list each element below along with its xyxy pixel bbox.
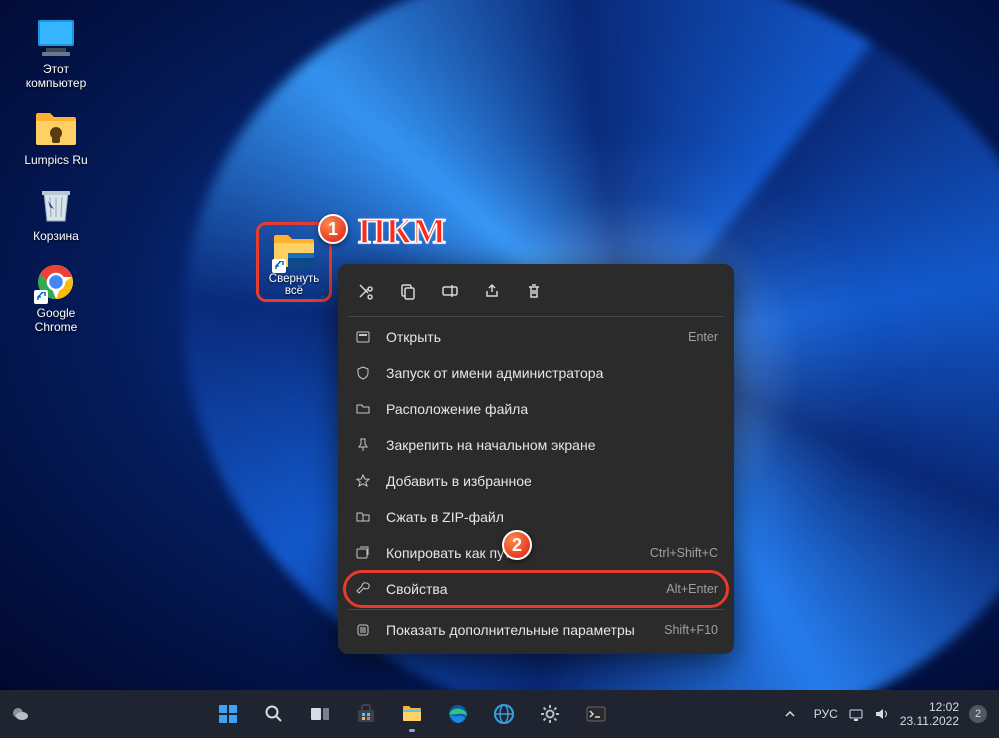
microsoft-store-button[interactable]	[346, 694, 386, 734]
star-icon	[354, 472, 372, 490]
annotation-callout-2: 2	[502, 530, 532, 560]
more-options-icon	[354, 621, 372, 639]
icon-label: GoogleChrome	[18, 306, 94, 335]
cut-button[interactable]	[346, 274, 386, 308]
network-icon[interactable]	[848, 707, 864, 721]
search-button[interactable]	[254, 694, 294, 734]
time-label: 12:02	[900, 700, 959, 714]
copy-button[interactable]	[388, 274, 428, 308]
delete-button[interactable]	[514, 274, 554, 308]
menu-item-pin-to-start[interactable]: Закрепить на начальном экране	[344, 427, 728, 463]
store-icon	[355, 703, 377, 725]
browser-button[interactable]	[484, 694, 524, 734]
separator	[348, 609, 724, 610]
terminal-icon	[585, 704, 607, 724]
zip-icon	[354, 508, 372, 526]
desktop-icon-column: Этоткомпьютер Lumpics Ru	[18, 18, 98, 352]
shortcut-arrow-badge	[34, 290, 48, 304]
task-view-icon	[309, 704, 331, 724]
menu-accelerator: Alt+Enter	[666, 582, 718, 596]
trash-icon	[525, 282, 543, 300]
copy-path-icon	[354, 544, 372, 562]
context-menu-toolbar	[344, 270, 728, 314]
taskbar: РУС 12:02 23.11.2022 2	[0, 690, 999, 738]
menu-item-open[interactable]: Открыть Enter	[344, 319, 728, 355]
context-menu: Открыть Enter Запуск от имени администра…	[338, 264, 734, 654]
volume-icon[interactable]	[874, 707, 890, 721]
separator	[348, 316, 724, 317]
rename-button[interactable]	[430, 274, 470, 308]
menu-accelerator: Shift+F10	[664, 623, 718, 637]
clock[interactable]: 12:02 23.11.2022	[900, 700, 959, 729]
desktop-icon-lumpics[interactable]: Lumpics Ru	[18, 109, 94, 167]
share-button[interactable]	[472, 274, 512, 308]
task-view-button[interactable]	[300, 694, 340, 734]
menu-label: Запуск от имени администратора	[386, 365, 704, 381]
icon-label: Lumpics Ru	[18, 153, 94, 167]
menu-label: Открыть	[386, 329, 674, 345]
desktop-icon-this-pc[interactable]: Этоткомпьютер	[18, 18, 94, 91]
taskbar-center	[40, 694, 784, 734]
taskbar-right: РУС 12:02 23.11.2022 2	[784, 700, 999, 729]
weather-icon	[9, 703, 31, 725]
chevron-up-icon	[784, 708, 796, 720]
wrench-icon	[354, 580, 372, 598]
scissors-icon	[357, 282, 375, 300]
menu-label: Свойства	[386, 581, 652, 597]
icon-label: Этоткомпьютер	[18, 62, 94, 91]
notification-badge[interactable]: 2	[969, 705, 987, 723]
recycle-bin-icon	[32, 185, 80, 225]
menu-item-show-more-options[interactable]: Показать дополнительные параметры Shift+…	[344, 612, 728, 648]
folder-icon	[354, 400, 372, 418]
menu-label: Сжать в ZIP-файл	[386, 509, 704, 525]
language-indicator[interactable]: РУС	[814, 707, 838, 721]
menu-label: Расположение файла	[386, 401, 704, 417]
folder-icon	[32, 109, 80, 149]
globe-icon	[493, 703, 515, 725]
menu-label: Закрепить на начальном экране	[386, 437, 704, 453]
edge-icon	[447, 703, 469, 725]
date-label: 23.11.2022	[900, 714, 959, 728]
search-icon	[264, 704, 284, 724]
desktop-icon-recycle-bin[interactable]: Корзина	[18, 185, 94, 243]
shield-icon	[354, 364, 372, 382]
settings-button[interactable]	[530, 694, 570, 734]
menu-item-compress-zip[interactable]: Сжать в ZIP-файл	[344, 499, 728, 535]
menu-item-run-as-admin[interactable]: Запуск от имени администратора	[344, 355, 728, 391]
gear-icon	[539, 703, 561, 725]
icon-label: Свернуть всё	[261, 273, 327, 297]
pin-icon	[354, 436, 372, 454]
open-icon	[354, 328, 372, 346]
menu-item-properties[interactable]: Свойства Alt+Enter	[344, 571, 728, 607]
start-button[interactable]	[208, 694, 248, 734]
annotation-pkm-label: ПКМ	[358, 210, 446, 252]
icon-label: Корзина	[18, 229, 94, 243]
desktop[interactable]: Этоткомпьютер Lumpics Ru	[0, 0, 999, 690]
menu-accelerator: Ctrl+Shift+C	[650, 546, 718, 560]
menu-item-add-favorite[interactable]: Добавить в избранное	[344, 463, 728, 499]
share-icon	[483, 282, 501, 300]
windows-logo-icon	[217, 703, 239, 725]
desktop-icon-chrome[interactable]: GoogleChrome	[18, 262, 94, 335]
copy-icon	[399, 282, 417, 300]
menu-label: Добавить в избранное	[386, 473, 704, 489]
annotation-callout-1: 1	[318, 214, 348, 244]
menu-item-copy-as-path[interactable]: Копировать как путь Ctrl+Shift+C	[344, 535, 728, 571]
menu-label: Показать дополнительные параметры	[386, 622, 650, 638]
widgets-button[interactable]	[0, 694, 40, 734]
edge-button[interactable]	[438, 694, 478, 734]
file-explorer-button[interactable]	[392, 694, 432, 734]
shortcut-arrow-badge	[272, 259, 286, 273]
tray-overflow-button[interactable]	[784, 708, 804, 720]
menu-accelerator: Enter	[688, 330, 718, 344]
menu-item-file-location[interactable]: Расположение файла	[344, 391, 728, 427]
file-explorer-icon	[401, 704, 423, 724]
terminal-button[interactable]	[576, 694, 616, 734]
rename-icon	[441, 282, 459, 300]
monitor-icon	[32, 18, 80, 58]
